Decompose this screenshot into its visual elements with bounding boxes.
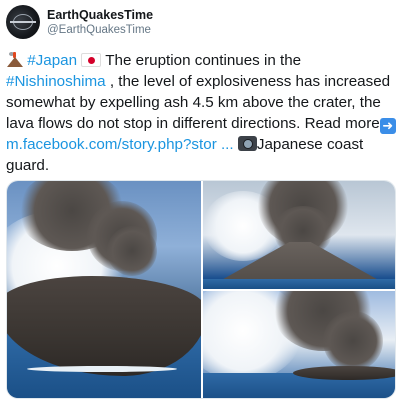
display-name[interactable]: EarthQuakesTime	[47, 8, 153, 23]
surf-line	[27, 366, 177, 372]
tweet-card: EarthQuakesTime @EarthQuakesTime #Japan …	[0, 0, 400, 406]
volcano-icon	[6, 52, 23, 67]
photo-volcano-cone[interactable]	[203, 181, 395, 289]
photo-eruption-steam[interactable]	[203, 291, 395, 398]
tweet-header: EarthQuakesTime @EarthQuakesTime	[6, 4, 153, 40]
avatar[interactable]	[6, 5, 40, 39]
hashtag-japan[interactable]: #Japan	[27, 52, 77, 69]
facebook-link[interactable]: m.facebook.com/story.php?stor ...	[6, 136, 234, 153]
right-arrow-icon: ➜	[379, 118, 396, 134]
japan-flag-icon	[81, 53, 102, 67]
photo-aerial-island[interactable]	[7, 181, 201, 398]
lava-shore	[293, 366, 395, 380]
camera-icon	[237, 136, 257, 151]
user-handle[interactable]: @EarthQuakesTime	[47, 23, 153, 37]
logo-seismograph-line	[10, 21, 36, 23]
media-grid	[6, 180, 396, 399]
hashtag-nishinoshima[interactable]: #Nishinoshima	[6, 73, 106, 90]
text-segment-1: The eruption continues in the	[101, 52, 302, 69]
ash-cloud	[323, 311, 383, 371]
ash-cloud	[107, 226, 157, 276]
sea	[203, 279, 395, 289]
tweet-text: #Japan The eruption continues in the #Ni…	[6, 50, 398, 176]
author-names: EarthQuakesTime @EarthQuakesTime	[47, 8, 153, 37]
